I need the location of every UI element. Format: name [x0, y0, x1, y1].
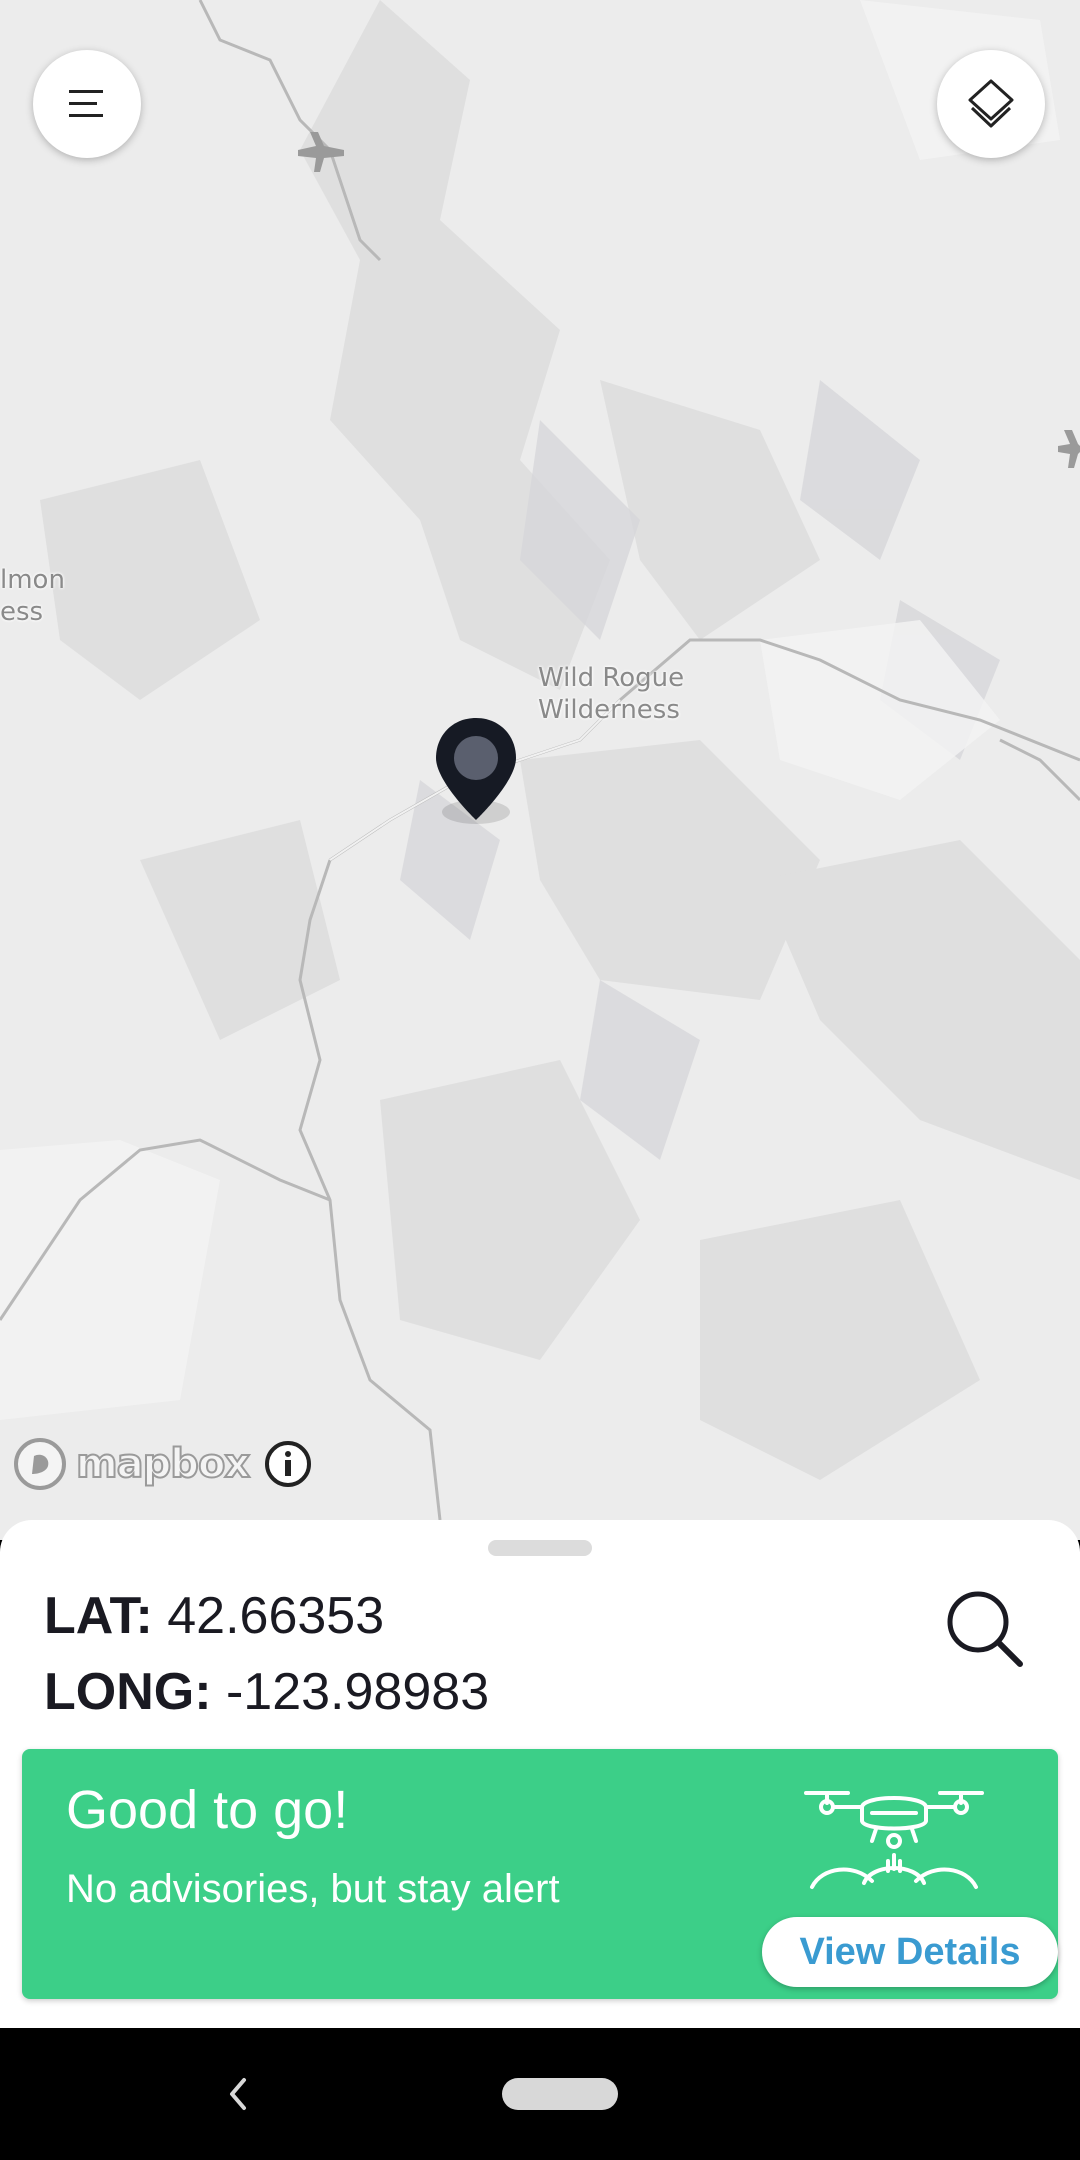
partial-place-label-line1: lmon: [0, 565, 65, 595]
partial-place-label-line2: ess: [0, 597, 44, 627]
view-details-button[interactable]: View Details: [762, 1917, 1058, 1987]
longitude-value: -123.98983: [225, 1663, 490, 1721]
terrain-shading: [0, 0, 1080, 1540]
layers-icon: [968, 79, 1014, 128]
location-pin-icon[interactable]: [430, 716, 522, 830]
wilderness-label-line1: Wild Rogue: [538, 663, 685, 693]
home-pill-icon[interactable]: [502, 2078, 618, 2110]
layers-button[interactable]: [937, 50, 1045, 158]
latitude-label: LAT:: [44, 1587, 153, 1645]
latitude-row: LAT: 42.66353: [44, 1586, 384, 1646]
wilderness-label-line2: Wilderness: [538, 695, 680, 725]
menu-button[interactable]: [33, 50, 141, 158]
partial-place-label: lmon ess: [0, 564, 65, 628]
system-navigation-bar: [0, 2028, 1080, 2160]
status-subtitle: No advisories, but stay alert: [66, 1867, 560, 1911]
drone-icon: [804, 1791, 984, 1889]
longitude-label: LONG:: [44, 1663, 212, 1721]
longitude-row: LONG: -123.98983: [44, 1662, 489, 1722]
info-icon[interactable]: [263, 1439, 313, 1489]
back-chevron-icon[interactable]: [212, 2064, 262, 2124]
mapbox-logo-icon: [14, 1438, 66, 1490]
sheet-drag-handle[interactable]: [488, 1540, 592, 1556]
map-view[interactable]: Wild Rogue Wilderness lmon ess mapbox: [0, 0, 1080, 1540]
latitude-value: 42.66353: [167, 1587, 385, 1645]
location-bottom-sheet[interactable]: LAT: 42.66353 LONG: -123.98983 Good to g…: [0, 1520, 1080, 2028]
status-title: Good to go!: [66, 1780, 349, 1840]
hamburger-menu-icon: [69, 90, 103, 117]
mapbox-attribution[interactable]: mapbox: [12, 1436, 313, 1492]
search-icon[interactable]: [940, 1584, 1030, 1674]
flight-status-card[interactable]: Good to go! No advisories, but stay aler…: [22, 1749, 1058, 1999]
wilderness-label: Wild Rogue Wilderness: [538, 662, 684, 726]
mapbox-wordmark: mapbox: [75, 1440, 251, 1488]
